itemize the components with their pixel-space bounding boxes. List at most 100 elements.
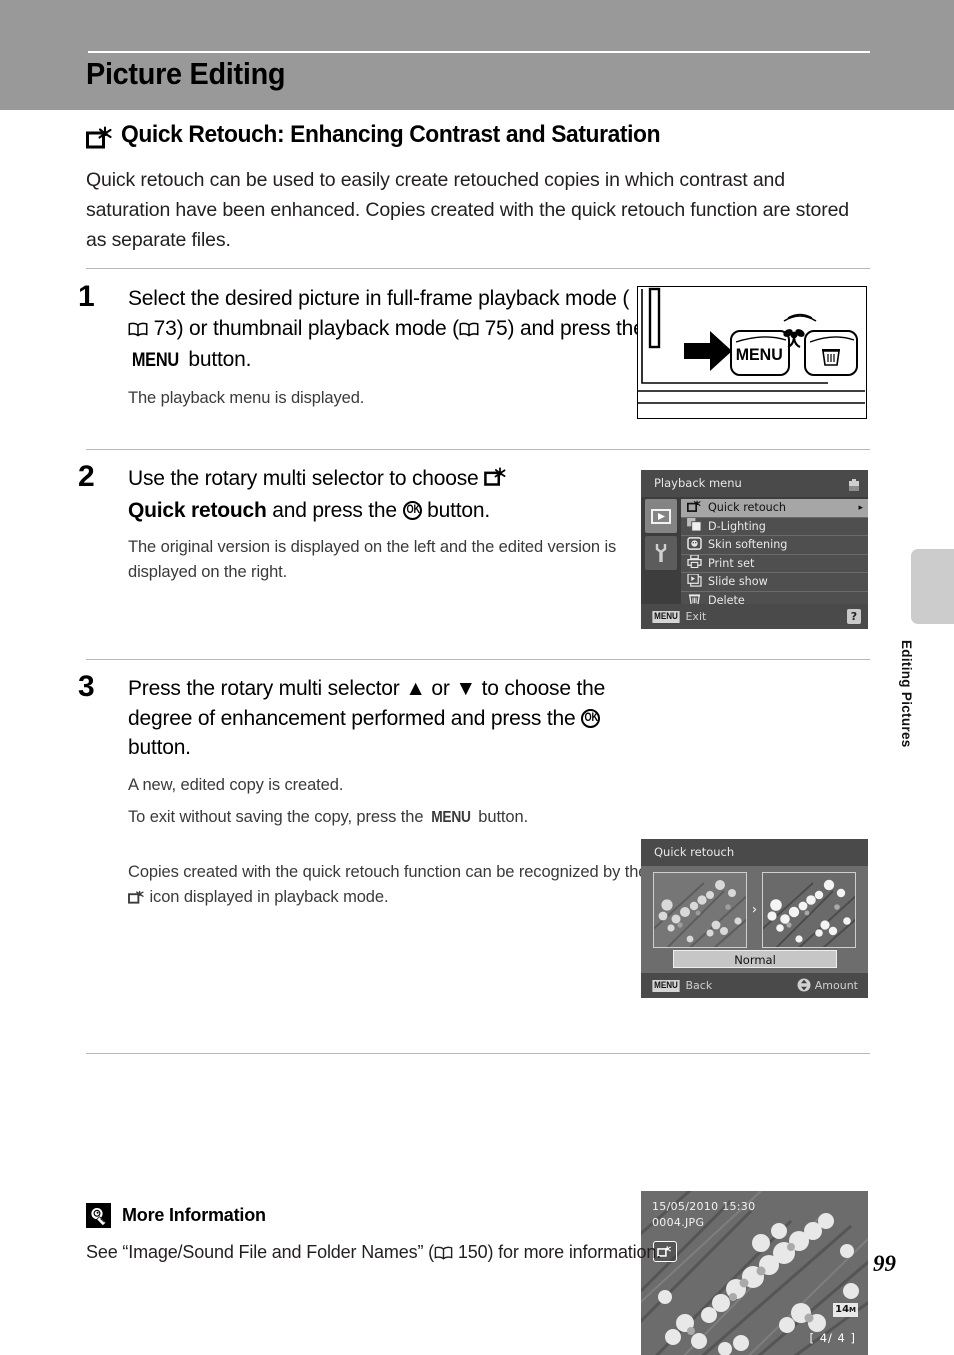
step-3-note-3-text-a: Copies created with the quick retouch fu… xyxy=(128,862,648,881)
step-3-text-or: or xyxy=(425,677,456,700)
down-arrow-glyph: ▼ xyxy=(455,677,476,700)
divider-above-step-3 xyxy=(86,659,870,660)
playback-menu-items: Quick retouch ▸ D-Lighting Skin softenin… xyxy=(681,499,868,610)
image-size-value: 14 xyxy=(835,1304,850,1315)
page-ref-book-icon xyxy=(128,316,148,346)
menu-item-print-set[interactable]: Print set xyxy=(681,554,868,573)
step-1-page-ref-2: 75 xyxy=(484,316,508,340)
section-intro-text: Quick retouch can be used to easily crea… xyxy=(86,169,849,251)
step-1-text-b: ) or thumbnail playback mode ( xyxy=(176,316,460,340)
ok-button-glyph: OK xyxy=(581,708,601,728)
menu-item-quick-retouch[interactable]: Quick retouch ▸ xyxy=(681,499,868,518)
original-image-thumbnail xyxy=(653,872,747,948)
step-3-note-3: Copies created with the quick retouch fu… xyxy=(128,860,648,913)
menu-item-label: Print set xyxy=(708,556,755,570)
more-information-header: More Information xyxy=(86,1203,786,1228)
frame-counter: [ 4/ 4 ] xyxy=(809,1331,856,1345)
step-1-text-c: ) and press the xyxy=(507,316,645,340)
playback-menu-title: Playback menu xyxy=(641,470,868,497)
quick-retouch-icon xyxy=(86,126,112,155)
section-heading: Quick Retouch: Enhancing Contrast and Sa… xyxy=(86,121,689,155)
playback-menu-list-area: Quick retouch ▸ D-Lighting Skin softenin… xyxy=(641,497,868,610)
quick-retouch-footer: MENU Back Amount xyxy=(641,973,868,998)
step-2-instruction: Use the rotary multi selector to choose … xyxy=(128,464,648,525)
step-1-note: The playback menu is displayed. xyxy=(128,388,365,407)
step-3-text-a: Press the rotary multi selector xyxy=(128,677,406,700)
printer-icon xyxy=(687,554,702,571)
step-3-note-2: To exit without saving the copy, press t… xyxy=(128,805,648,830)
camera-rear-illustration: MENU xyxy=(637,246,867,419)
menu-item-d-lighting[interactable]: D-Lighting xyxy=(681,517,868,536)
flower-macro-icon xyxy=(783,329,805,349)
chapter-header-band: Picture Editing xyxy=(0,0,954,110)
divider-below-steps xyxy=(86,1053,870,1054)
ok-button-label: OK xyxy=(406,503,420,516)
page-ref-book-icon xyxy=(434,1244,453,1265)
ok-button-glyph: OK xyxy=(402,500,422,520)
step-3-number: 3 xyxy=(78,670,95,703)
step-2-number: 2 xyxy=(78,460,95,493)
up-arrow-glyph: ▲ xyxy=(405,677,426,700)
amount-value-field[interactable]: Normal xyxy=(673,950,837,968)
more-information-body: See “Image/Sound File and Folder Names” … xyxy=(86,1242,786,1265)
step-3-note-2-text-b: button. xyxy=(473,807,529,826)
step-3-text-c: button. xyxy=(128,736,191,759)
playback-menu-footer: MENU Exit ? xyxy=(641,604,868,629)
menu-tab-column xyxy=(645,499,679,573)
menu-item-slide-show[interactable]: Slide show xyxy=(681,573,868,592)
step-2-bold-term: Quick retouch xyxy=(128,498,267,522)
step-1-text-d: button. xyxy=(182,348,252,371)
d-lighting-icon xyxy=(687,518,702,534)
up-down-selector-icon xyxy=(797,976,811,998)
menu-button-glyph: MENU xyxy=(431,808,471,826)
image-size-badge: 14M xyxy=(833,1303,858,1317)
menu-button-badge: MENU xyxy=(652,980,680,992)
more-info-page-ref: 150 xyxy=(457,1242,488,1262)
image-size-unit: M xyxy=(849,1306,856,1314)
step-2: 2 Use the rotary multi selector to choos… xyxy=(78,460,648,585)
more-info-text-b: ) for more information. xyxy=(487,1242,662,1262)
amount-footer-group: Amount xyxy=(797,973,858,998)
divider-above-step-2 xyxy=(86,449,870,450)
retouched-image-thumbnail xyxy=(762,872,856,948)
ok-button-label: OK xyxy=(584,711,599,724)
chevron-right-icon: ▸ xyxy=(858,502,863,513)
slide-show-icon xyxy=(687,573,702,590)
step-3: 3 Press the rotary multi selector ▲ or ▼… xyxy=(78,670,648,913)
battery-icon xyxy=(849,477,860,496)
chapter-side-label: Editing Pictures xyxy=(899,640,914,748)
step-3-note-3-text-b: icon displayed in playback mode. xyxy=(145,887,389,906)
comparison-thumbnails: › xyxy=(641,866,868,954)
divider-above-step-1 xyxy=(86,268,870,269)
step-3-note-2-text-a: To exit without saving the copy, press t… xyxy=(128,807,428,826)
back-label: Back xyxy=(685,979,713,992)
menu-item-skin-softening[interactable]: Skin softening xyxy=(681,536,868,555)
page-number: 99 xyxy=(873,1251,896,1276)
menu-item-label: Slide show xyxy=(708,575,768,589)
step-1-instruction: Select the desired picture in full-frame… xyxy=(128,284,648,376)
more-information-block: More Information See “Image/Sound File a… xyxy=(86,1203,786,1265)
step-2-note: The original version is displayed on the… xyxy=(128,538,617,581)
comparison-arrow-icon: › xyxy=(751,902,758,918)
step-1: 1 Select the desired picture in full-fra… xyxy=(78,280,648,411)
chapter-thumb-tab xyxy=(911,549,954,624)
skin-softening-icon xyxy=(687,536,702,553)
quick-retouch-icon xyxy=(128,888,145,913)
help-badge[interactable]: ? xyxy=(847,609,861,624)
arrow-right-pointer-icon xyxy=(684,331,732,371)
menu-item-label: Quick retouch xyxy=(708,501,786,515)
quick-retouch-icon xyxy=(687,500,702,516)
page-ref-book-icon xyxy=(459,316,479,346)
quick-retouch-icon xyxy=(484,466,506,496)
setup-tab[interactable] xyxy=(645,536,677,570)
amount-label: Amount xyxy=(814,979,858,992)
playback-tab[interactable] xyxy=(645,499,677,533)
step-2-text-a: Use the rotary multi selector to choose xyxy=(128,467,485,490)
step-3-instruction: Press the rotary multi selector ▲ or ▼ t… xyxy=(128,674,648,763)
menu-button-glyph: MENU xyxy=(131,350,179,371)
more-info-text-a: See “Image/Sound File and Folder Names” … xyxy=(86,1242,435,1262)
header-divider xyxy=(88,51,870,53)
menu-item-label: Skin softening xyxy=(708,538,788,552)
step-1-page-ref-1: 73 xyxy=(153,316,177,340)
menu-button-badge: MENU xyxy=(652,611,680,623)
